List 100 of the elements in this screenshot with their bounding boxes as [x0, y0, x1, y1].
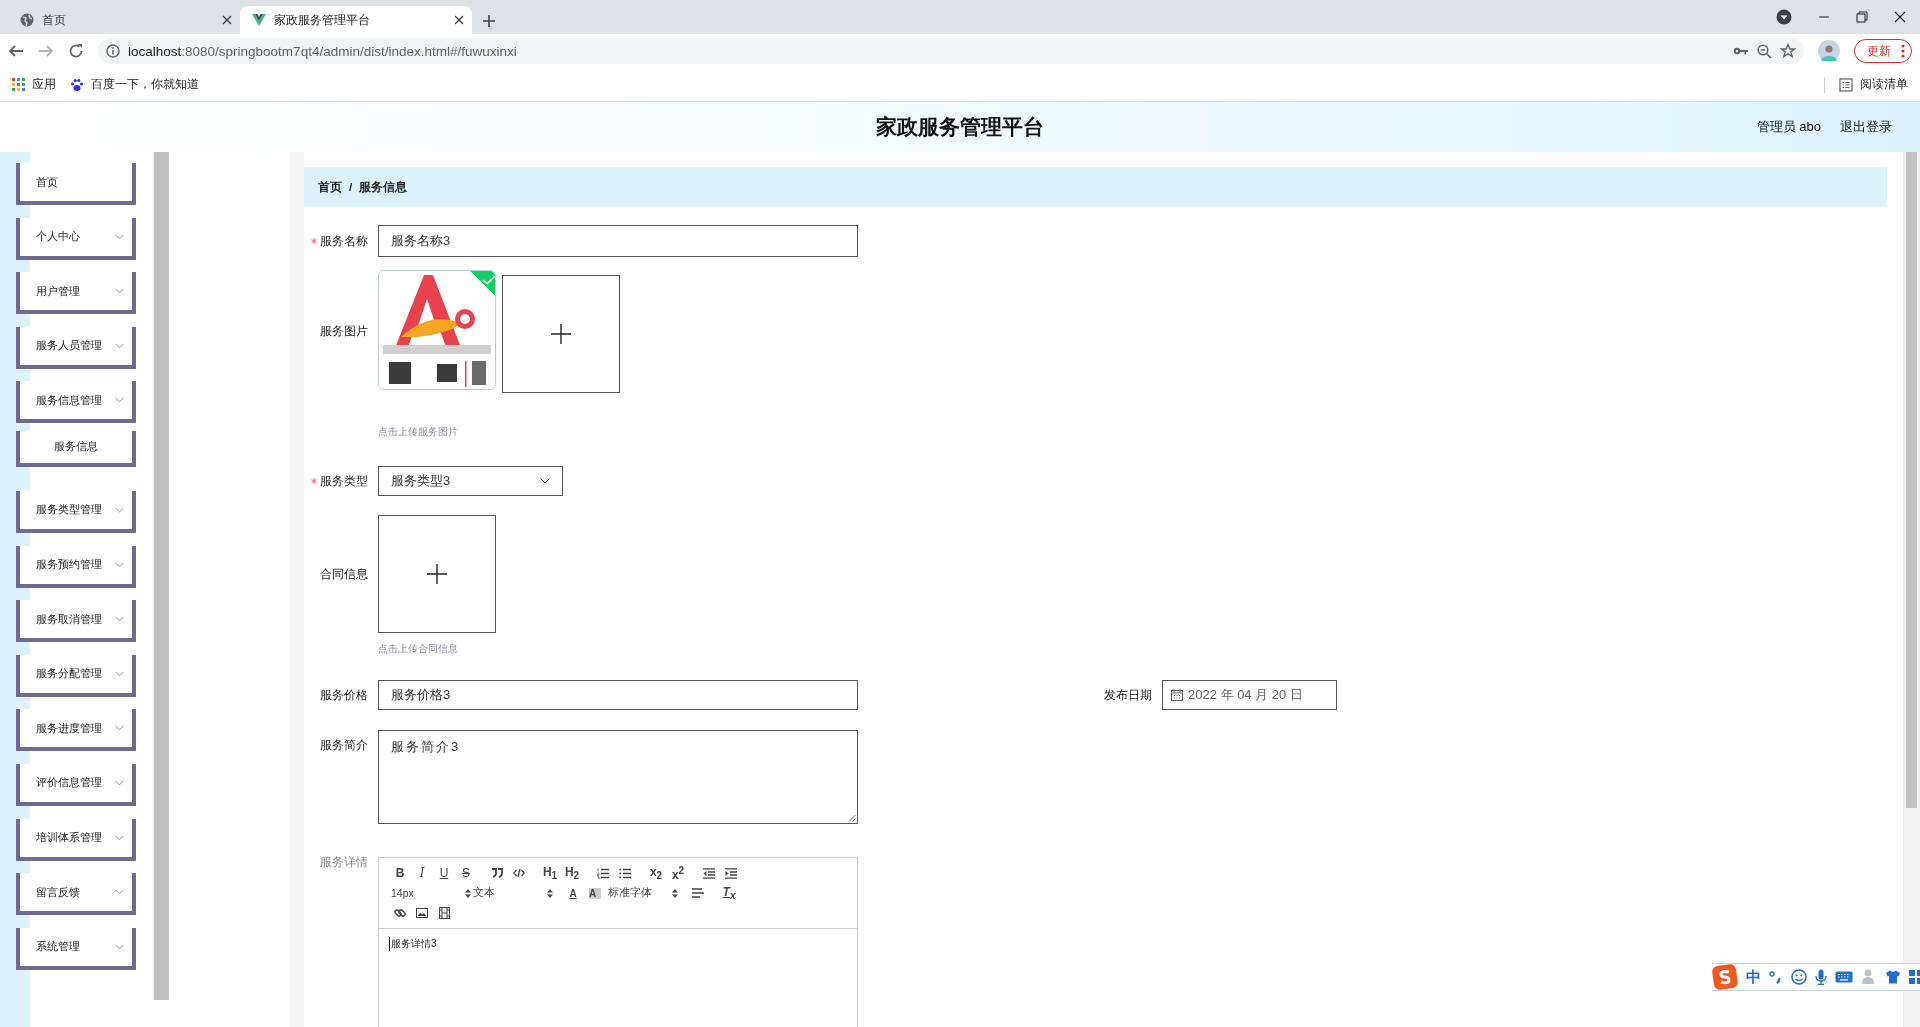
field-label: 服务名称 — [320, 233, 368, 249]
browser-tab[interactable]: 首页 — [8, 6, 240, 34]
grid-icon[interactable] — [1909, 970, 1920, 984]
align-left-icon[interactable] — [692, 888, 704, 898]
text-field[interactable]: 服务价格3 — [378, 680, 858, 710]
menu-item[interactable]: 服务信息 — [16, 430, 136, 467]
chevron-down-icon — [115, 288, 124, 295]
ime-mode-button[interactable]: 中 — [1746, 967, 1761, 987]
menu-item[interactable]: 用户管理 — [16, 272, 136, 315]
link-icon[interactable] — [394, 907, 406, 919]
close-icon[interactable] — [1894, 11, 1906, 23]
menu-item[interactable]: 个人中心 — [16, 217, 136, 260]
logout-link[interactable]: 退出登录 — [1840, 118, 1892, 136]
punctuation-icon[interactable] — [1769, 970, 1783, 984]
date-field[interactable]: 2022 年 04 月 20 日 — [1162, 680, 1337, 710]
zoom-out-icon[interactable] — [1757, 43, 1772, 59]
ime-logo-icon[interactable] — [1712, 964, 1738, 990]
shirt-icon[interactable] — [1885, 970, 1901, 984]
text-field[interactable]: 服务名称3 — [378, 225, 858, 257]
close-icon[interactable] — [454, 15, 464, 25]
upload-button[interactable] — [502, 275, 620, 393]
microphone-icon[interactable] — [1815, 969, 1827, 985]
field-label: 服务详情 — [320, 855, 368, 870]
reading-list-button[interactable]: 阅读清单 — [1839, 77, 1908, 92]
breadcrumb-link[interactable]: 首页 — [318, 179, 342, 195]
info-icon[interactable] — [106, 44, 120, 58]
clean-button[interactable]: T$_{x}$ — [718, 884, 740, 902]
ordered-list-icon[interactable] — [597, 867, 609, 879]
restore-icon[interactable] — [1856, 11, 1868, 23]
script-button[interactable]: x$_{2}$ — [645, 864, 667, 882]
chevron-down-icon — [115, 889, 124, 896]
back-icon[interactable] — [8, 43, 24, 59]
image-icon[interactable] — [416, 908, 428, 918]
url-text: localhost:8080/springbootm7qt4/admin/dist/index.html#/fuwuxinxi — [128, 43, 517, 59]
smiley-icon[interactable] — [1791, 969, 1807, 985]
bullet-list-icon[interactable] — [619, 867, 631, 879]
field-label: 服务类型 — [320, 473, 368, 489]
rich-text-editor[interactable]: B I U S H$_{1}$ H$_{2}$ x$_{2}$ x$^{2}$ 14px 文本 A A 标准字体 T$_{x}$ 服务详情3 — [378, 857, 858, 1027]
toolbar-select[interactable]: 标准字体 — [606, 884, 678, 902]
menu-item[interactable]: 服务分配管理 — [16, 654, 136, 697]
code-icon[interactable] — [513, 868, 525, 878]
menu-item[interactable]: 服务进度管理 — [16, 709, 136, 752]
key-icon[interactable] — [1733, 46, 1749, 56]
heading-button[interactable]: H$_{1}$ — [539, 864, 561, 882]
menu-item[interactable]: 首页 — [16, 163, 136, 205]
bookmark[interactable]: 应用 — [12, 77, 56, 92]
new-tab-icon[interactable] — [482, 14, 496, 28]
menu-item[interactable]: 服务人员管理 — [16, 326, 136, 369]
star-icon[interactable] — [1780, 43, 1796, 59]
chevron-down-icon — [115, 943, 124, 950]
underline-button[interactable]: U — [433, 864, 455, 882]
field-label: 合同信息 — [320, 566, 368, 582]
menu-item[interactable]: 评价信息管理 — [16, 763, 136, 806]
chevron-down-icon — [115, 561, 124, 568]
chevron-down-icon — [115, 397, 124, 404]
quote-icon[interactable] — [491, 868, 503, 878]
close-icon[interactable] — [222, 15, 232, 25]
chevron-down-icon — [115, 834, 124, 841]
background-button[interactable]: A — [584, 884, 606, 902]
update-button[interactable]: 更新 — [1854, 39, 1912, 63]
chevron-down-icon — [115, 779, 124, 786]
menu-item[interactable]: 系统管理 — [16, 927, 136, 970]
select-field[interactable]: 服务类型3 — [378, 466, 563, 496]
strike-button[interactable]: S — [455, 864, 477, 882]
menu-item[interactable]: 留言反馈 — [16, 873, 136, 916]
resize-grip-icon — [848, 814, 856, 822]
menu-item[interactable]: 服务类型管理 — [16, 490, 136, 533]
menu-item[interactable]: 培训体系管理 — [16, 818, 136, 861]
calendar-icon — [1171, 689, 1183, 701]
scrollbar[interactable] — [1903, 152, 1920, 1027]
dropdown-icon[interactable] — [1776, 9, 1792, 25]
bold-button[interactable]: B — [389, 864, 411, 882]
bookmark[interactable]: 百度一下，你就知道 — [70, 77, 199, 92]
upload-button[interactable] — [378, 515, 496, 633]
heading-button[interactable]: H$_{2}$ — [561, 864, 583, 882]
film-icon[interactable] — [438, 907, 450, 919]
reload-icon[interactable] — [68, 43, 84, 59]
italic-button[interactable]: I — [411, 864, 433, 882]
avatar-icon[interactable] — [1818, 40, 1840, 62]
chevron-down-icon — [115, 233, 124, 240]
browser-tab[interactable]: 家政服务管理平台 — [240, 6, 472, 34]
breadcrumb-link[interactable]: 服务信息 — [359, 179, 408, 195]
address-bar[interactable]: localhost:8080/springbootm7qt4/admin/dist/index.html#/fuwuxinxi — [98, 38, 1804, 64]
toolbar-select[interactable]: 文本 — [471, 884, 553, 902]
script-button[interactable]: x$^{2}$ — [667, 864, 689, 882]
menu-item[interactable]: 服务预约管理 — [16, 545, 136, 588]
paw-icon — [70, 77, 84, 92]
keyboard-icon[interactable] — [1835, 971, 1853, 983]
menu-item[interactable]: 服务取消管理 — [16, 600, 136, 643]
outdent-icon[interactable] — [703, 867, 715, 879]
menu-item[interactable]: 服务信息管理 — [16, 381, 136, 424]
vue-logo-icon — [252, 14, 266, 26]
chevron-down-icon — [115, 342, 124, 349]
color-button[interactable]: A — [562, 884, 584, 902]
indent-icon[interactable] — [725, 867, 737, 879]
more-icon[interactable] — [1901, 44, 1905, 58]
chevron-down-icon — [115, 725, 124, 732]
text-area[interactable]: 服务简介3 — [378, 730, 858, 824]
toolbar-select[interactable]: 14px — [389, 884, 471, 902]
scrollbar[interactable] — [153, 152, 169, 1000]
